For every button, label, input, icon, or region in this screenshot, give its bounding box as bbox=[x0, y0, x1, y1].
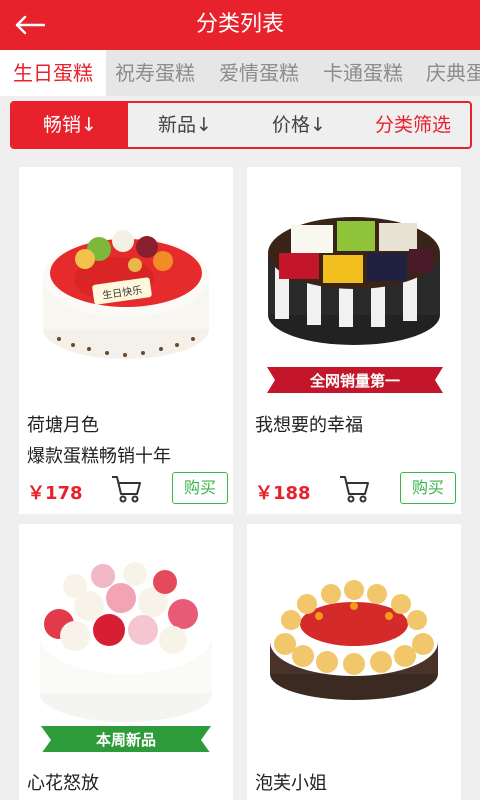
product-image: 本周新品 bbox=[40, 562, 212, 752]
buy-button[interactable]: 购买 bbox=[400, 472, 456, 504]
product-image: 全网销量第一 bbox=[267, 217, 443, 393]
app-header: 分类列表 bbox=[0, 0, 480, 50]
sort-filter-bar: 畅销↓ 新品↓ 价格↓ 分类筛选 bbox=[10, 101, 472, 149]
product-name: 泡芙小姐 bbox=[255, 773, 327, 794]
product-price: ￥188 bbox=[255, 483, 311, 504]
shopping-cart-icon[interactable] bbox=[338, 474, 370, 504]
product-name: 荷塘月色 bbox=[27, 415, 99, 436]
product-image: 生日快乐 bbox=[43, 230, 209, 359]
product-name: 心花怒放 bbox=[27, 773, 99, 794]
tab-cartoon-cake[interactable]: 卡通蛋糕 bbox=[323, 50, 403, 96]
tab-longevity-cake[interactable]: 祝寿蛋糕 bbox=[115, 50, 195, 96]
tab-love-cake[interactable]: 爱情蛋糕 bbox=[219, 50, 299, 96]
shopping-cart-icon[interactable] bbox=[110, 474, 142, 504]
sort-newest[interactable]: 新品↓ bbox=[128, 103, 242, 147]
product-card[interactable]: 泡芙小姐 bbox=[247, 524, 461, 800]
sort-bestselling[interactable]: 畅销↓ bbox=[12, 103, 128, 147]
product-badge: 全网销量第一 bbox=[309, 372, 400, 390]
product-badge: 本周新品 bbox=[96, 731, 156, 749]
product-image bbox=[270, 580, 438, 700]
category-filter-button[interactable]: 分类筛选 bbox=[356, 103, 470, 147]
sort-price[interactable]: 价格↓ bbox=[242, 103, 356, 147]
buy-button[interactable]: 购买 bbox=[172, 472, 228, 504]
product-name: 我想要的幸福 bbox=[255, 415, 363, 436]
product-price: ￥178 bbox=[27, 483, 83, 504]
product-subtitle: 爆款蛋糕畅销十年 bbox=[27, 446, 171, 467]
page-title: 分类列表 bbox=[195, 12, 284, 37]
product-card[interactable]: 本周新品 心花怒放 bbox=[19, 524, 233, 800]
category-tabs: 生日蛋糕 祝寿蛋糕 爱情蛋糕 卡通蛋糕 庆典蛋 bbox=[0, 50, 480, 96]
tab-birthday-cake[interactable]: 生日蛋糕 bbox=[0, 50, 106, 96]
tab-celebration-cake[interactable]: 庆典蛋 bbox=[426, 50, 480, 96]
product-card[interactable]: 生日快乐 荷塘月色 爆款蛋糕畅销十年 ￥178 购买 bbox=[19, 167, 233, 514]
product-card[interactable]: 全网销量第一 我想要的幸福 ￥188 购买 bbox=[247, 167, 461, 514]
